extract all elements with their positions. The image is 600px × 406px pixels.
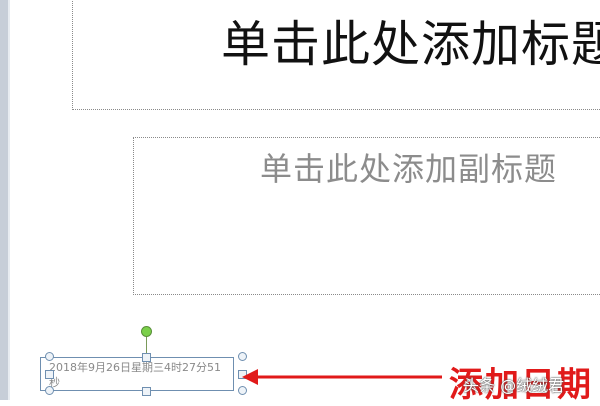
rotation-handle[interactable] xyxy=(141,326,152,337)
resize-handle-left[interactable] xyxy=(45,370,54,379)
date-textbox[interactable]: 2018年9月26日星期三4时27分51秒 xyxy=(40,357,234,391)
window-left-edge xyxy=(0,0,8,400)
resize-handle-bottom[interactable] xyxy=(142,387,151,396)
resize-handle-top-left[interactable] xyxy=(45,352,54,361)
title-placeholder[interactable]: 单击此处添加标题 xyxy=(72,0,600,110)
resize-handle-top-right[interactable] xyxy=(238,352,247,361)
date-field-text: 2018年9月26日星期三4时27分51秒 xyxy=(49,361,221,389)
subtitle-placeholder[interactable]: 单击此处添加副标题 xyxy=(133,137,600,295)
resize-handle-top[interactable] xyxy=(142,353,151,362)
slide-canvas: 单击此处添加标题 单击此处添加副标题 xyxy=(10,0,600,400)
title-placeholder-text: 单击此处添加标题 xyxy=(221,16,600,73)
subtitle-placeholder-text: 单击此处添加副标题 xyxy=(260,150,558,188)
watermark-text: 头条 @绒绒君 xyxy=(463,376,565,395)
resize-handle-bottom-left[interactable] xyxy=(45,386,54,395)
annotation-arrow-icon xyxy=(242,369,442,385)
rotation-handle-stem xyxy=(146,336,147,354)
